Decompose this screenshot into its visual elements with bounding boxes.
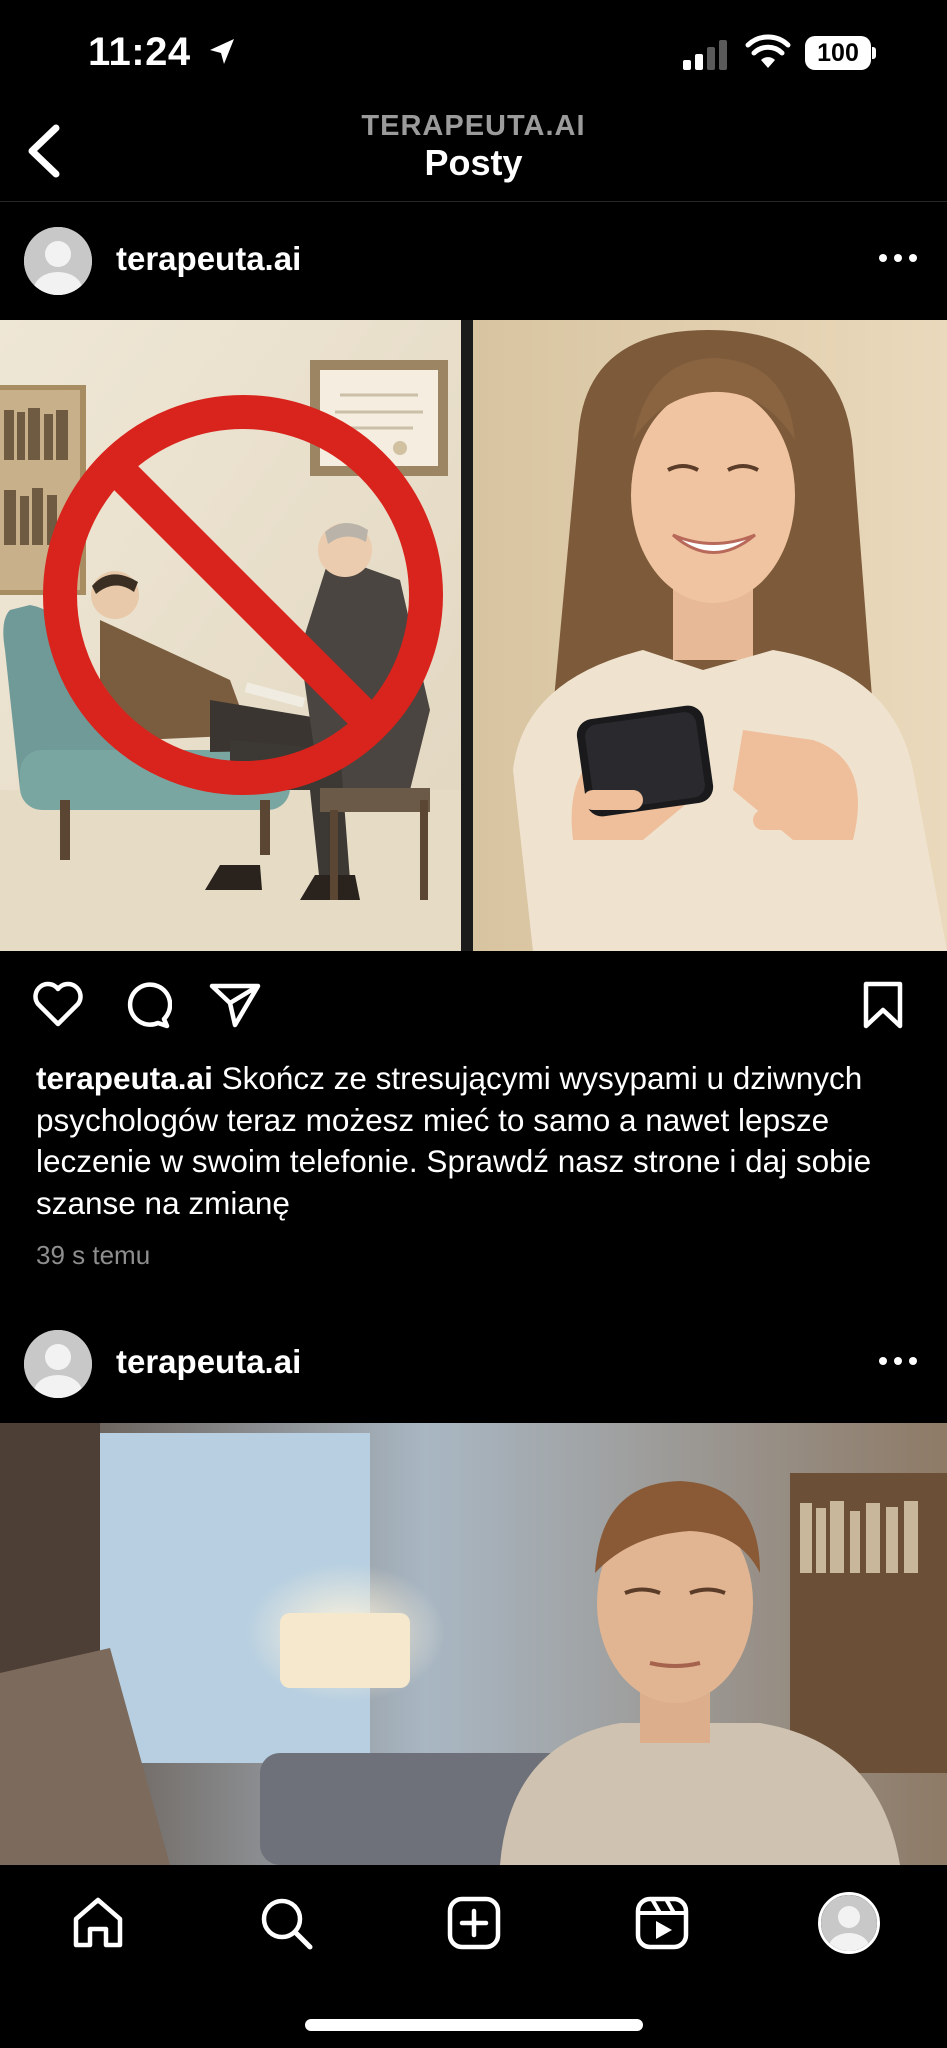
avatar[interactable]	[24, 227, 92, 295]
heart-icon[interactable]	[32, 980, 84, 1028]
paper-plane-icon[interactable]	[208, 981, 262, 1029]
default-avatar-icon	[24, 227, 92, 295]
post-image[interactable]	[0, 320, 947, 951]
signal-bars-icon	[683, 40, 727, 70]
post-username[interactable]: terapeuta.ai	[116, 240, 301, 278]
post-caption: terapeuta.ai Skończ ze stresującymi wysy…	[36, 1058, 916, 1224]
default-avatar-icon	[821, 1895, 877, 1951]
battery-level: 100	[817, 38, 859, 67]
header-divider	[0, 201, 947, 202]
header-account-name: TERAPEUTA.AI	[361, 110, 586, 142]
home-indicator	[305, 2019, 643, 2031]
bookmark-icon[interactable]	[862, 980, 904, 1030]
reels-icon[interactable]	[634, 1895, 690, 1951]
page-title: Posty	[424, 142, 523, 183]
battery-indicator: 100	[805, 36, 871, 70]
post-image[interactable]	[0, 1423, 947, 1865]
comment-icon[interactable]	[120, 979, 172, 1031]
default-avatar-icon	[24, 1330, 92, 1398]
caption-username[interactable]: terapeuta.ai	[36, 1060, 213, 1096]
more-horizontal-icon[interactable]	[878, 1355, 918, 1367]
more-horizontal-icon[interactable]	[878, 252, 918, 264]
location-arrow-icon	[210, 39, 234, 64]
post-timestamp: 39 s temu	[36, 1240, 151, 1270]
profile-avatar-icon[interactable]	[818, 1892, 880, 1954]
man-at-laptop-photo	[0, 1423, 947, 1865]
woman-with-phone-illustration	[473, 320, 947, 951]
status-time: 11:24	[88, 30, 191, 74]
image-divider	[461, 320, 473, 951]
battery-tip	[872, 47, 876, 59]
post-username[interactable]: terapeuta.ai	[116, 1343, 301, 1381]
avatar[interactable]	[24, 1330, 92, 1398]
home-icon[interactable]	[70, 1895, 126, 1951]
search-icon[interactable]	[258, 1895, 314, 1951]
therapy-illustration	[0, 320, 461, 951]
wifi-icon	[745, 34, 791, 68]
plus-square-icon[interactable]	[446, 1895, 502, 1951]
